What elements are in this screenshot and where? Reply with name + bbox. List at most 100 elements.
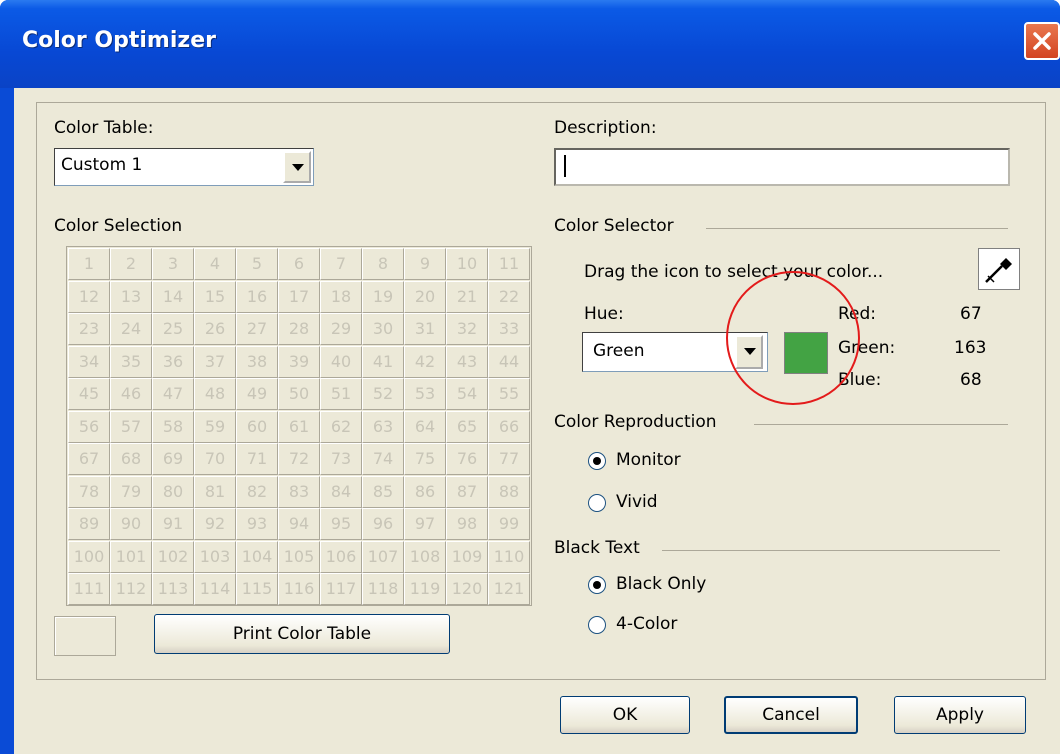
color-cell[interactable]: 12 [68, 280, 110, 313]
color-cell[interactable]: 8 [362, 248, 404, 280]
color-cell[interactable]: 74 [362, 443, 404, 475]
color-cell[interactable]: 9 [404, 248, 446, 280]
color-cell[interactable]: 108 [404, 540, 446, 573]
color-cell[interactable]: 43 [446, 345, 488, 378]
black-only-radio-label[interactable]: Black Only [616, 574, 706, 594]
color-cell[interactable]: 66 [488, 410, 530, 443]
color-cell[interactable]: 70 [194, 443, 236, 475]
color-cell[interactable]: 11 [488, 248, 530, 280]
color-cell[interactable]: 71 [236, 443, 278, 475]
color-cell[interactable]: 103 [194, 540, 236, 573]
color-cell[interactable]: 101 [110, 540, 152, 573]
color-cell[interactable]: 18 [320, 280, 362, 313]
color-cell[interactable]: 42 [404, 345, 446, 378]
color-cell[interactable]: 38 [236, 345, 278, 378]
color-cell[interactable]: 72 [278, 443, 320, 475]
color-cell[interactable]: 60 [236, 410, 278, 443]
color-cell[interactable]: 17 [278, 280, 320, 313]
color-cell[interactable]: 1 [68, 248, 110, 280]
color-cell[interactable]: 110 [488, 540, 530, 573]
color-cell[interactable]: 102 [152, 540, 194, 573]
color-cell[interactable]: 73 [320, 443, 362, 475]
color-cell[interactable]: 94 [278, 508, 320, 540]
color-cell[interactable]: 62 [320, 410, 362, 443]
color-cell[interactable]: 119 [404, 573, 446, 605]
color-cell[interactable]: 49 [236, 378, 278, 410]
close-button[interactable] [1024, 22, 1060, 60]
color-cell[interactable]: 13 [110, 280, 152, 313]
color-cell[interactable]: 53 [404, 378, 446, 410]
eyedropper-button[interactable] [978, 248, 1020, 290]
color-cell[interactable]: 32 [446, 313, 488, 345]
color-cell[interactable]: 24 [110, 313, 152, 345]
color-cell[interactable]: 47 [152, 378, 194, 410]
color-cell[interactable]: 84 [320, 475, 362, 508]
ok-button[interactable]: OK [560, 696, 690, 734]
color-cell[interactable]: 35 [110, 345, 152, 378]
vivid-radio-label[interactable]: Vivid [616, 492, 658, 512]
color-cell[interactable]: 106 [320, 540, 362, 573]
color-cell[interactable]: 15 [194, 280, 236, 313]
color-cell[interactable]: 55 [488, 378, 530, 410]
color-cell[interactable]: 10 [446, 248, 488, 280]
color-cell[interactable]: 99 [488, 508, 530, 540]
color-cell[interactable]: 16 [236, 280, 278, 313]
color-cell[interactable]: 37 [194, 345, 236, 378]
color-cell[interactable]: 7 [320, 248, 362, 280]
color-cell[interactable]: 89 [68, 508, 110, 540]
color-cell[interactable]: 120 [446, 573, 488, 605]
color-cell[interactable]: 100 [68, 540, 110, 573]
color-cell[interactable]: 29 [320, 313, 362, 345]
color-cell[interactable]: 75 [404, 443, 446, 475]
description-input[interactable] [554, 148, 1010, 186]
color-cell[interactable]: 44 [488, 345, 530, 378]
color-cell[interactable]: 46 [110, 378, 152, 410]
monitor-radio[interactable] [588, 452, 606, 470]
color-cell[interactable]: 61 [278, 410, 320, 443]
apply-button[interactable]: Apply [894, 696, 1026, 734]
vivid-radio[interactable] [588, 494, 606, 512]
color-cell[interactable]: 5 [236, 248, 278, 280]
color-cell[interactable]: 65 [446, 410, 488, 443]
color-cell[interactable]: 105 [278, 540, 320, 573]
color-cell[interactable]: 25 [152, 313, 194, 345]
color-cell[interactable]: 28 [278, 313, 320, 345]
color-cell[interactable]: 14 [152, 280, 194, 313]
color-cell[interactable]: 97 [404, 508, 446, 540]
color-cell[interactable]: 82 [236, 475, 278, 508]
color-cell[interactable]: 68 [110, 443, 152, 475]
color-cell[interactable]: 27 [236, 313, 278, 345]
color-cell[interactable]: 111 [68, 573, 110, 605]
color-cell[interactable]: 51 [320, 378, 362, 410]
color-cell[interactable]: 81 [194, 475, 236, 508]
color-cell[interactable]: 90 [110, 508, 152, 540]
color-cell[interactable]: 67 [68, 443, 110, 475]
color-cell[interactable]: 31 [404, 313, 446, 345]
color-cell[interactable]: 121 [488, 573, 530, 605]
color-cell[interactable]: 23 [68, 313, 110, 345]
color-cell[interactable]: 64 [404, 410, 446, 443]
color-cell[interactable]: 19 [362, 280, 404, 313]
color-cell[interactable]: 115 [236, 573, 278, 605]
color-cell[interactable]: 57 [110, 410, 152, 443]
color-cell[interactable]: 85 [362, 475, 404, 508]
color-cell[interactable]: 112 [110, 573, 152, 605]
color-cell[interactable]: 98 [446, 508, 488, 540]
color-cell[interactable]: 83 [278, 475, 320, 508]
color-cell[interactable]: 117 [320, 573, 362, 605]
color-cell[interactable]: 22 [488, 280, 530, 313]
color-cell[interactable]: 56 [68, 410, 110, 443]
color-cell[interactable]: 30 [362, 313, 404, 345]
color-cell[interactable]: 2 [110, 248, 152, 280]
color-cell[interactable]: 50 [278, 378, 320, 410]
color-cell[interactable]: 116 [278, 573, 320, 605]
color-cell[interactable]: 20 [404, 280, 446, 313]
color-cell[interactable]: 92 [194, 508, 236, 540]
color-cell[interactable]: 80 [152, 475, 194, 508]
color-cell[interactable]: 4 [194, 248, 236, 280]
color-cell[interactable]: 114 [194, 573, 236, 605]
color-cell[interactable]: 93 [236, 508, 278, 540]
color-cell[interactable]: 41 [362, 345, 404, 378]
color-cell[interactable]: 6 [278, 248, 320, 280]
color-cell[interactable]: 59 [194, 410, 236, 443]
